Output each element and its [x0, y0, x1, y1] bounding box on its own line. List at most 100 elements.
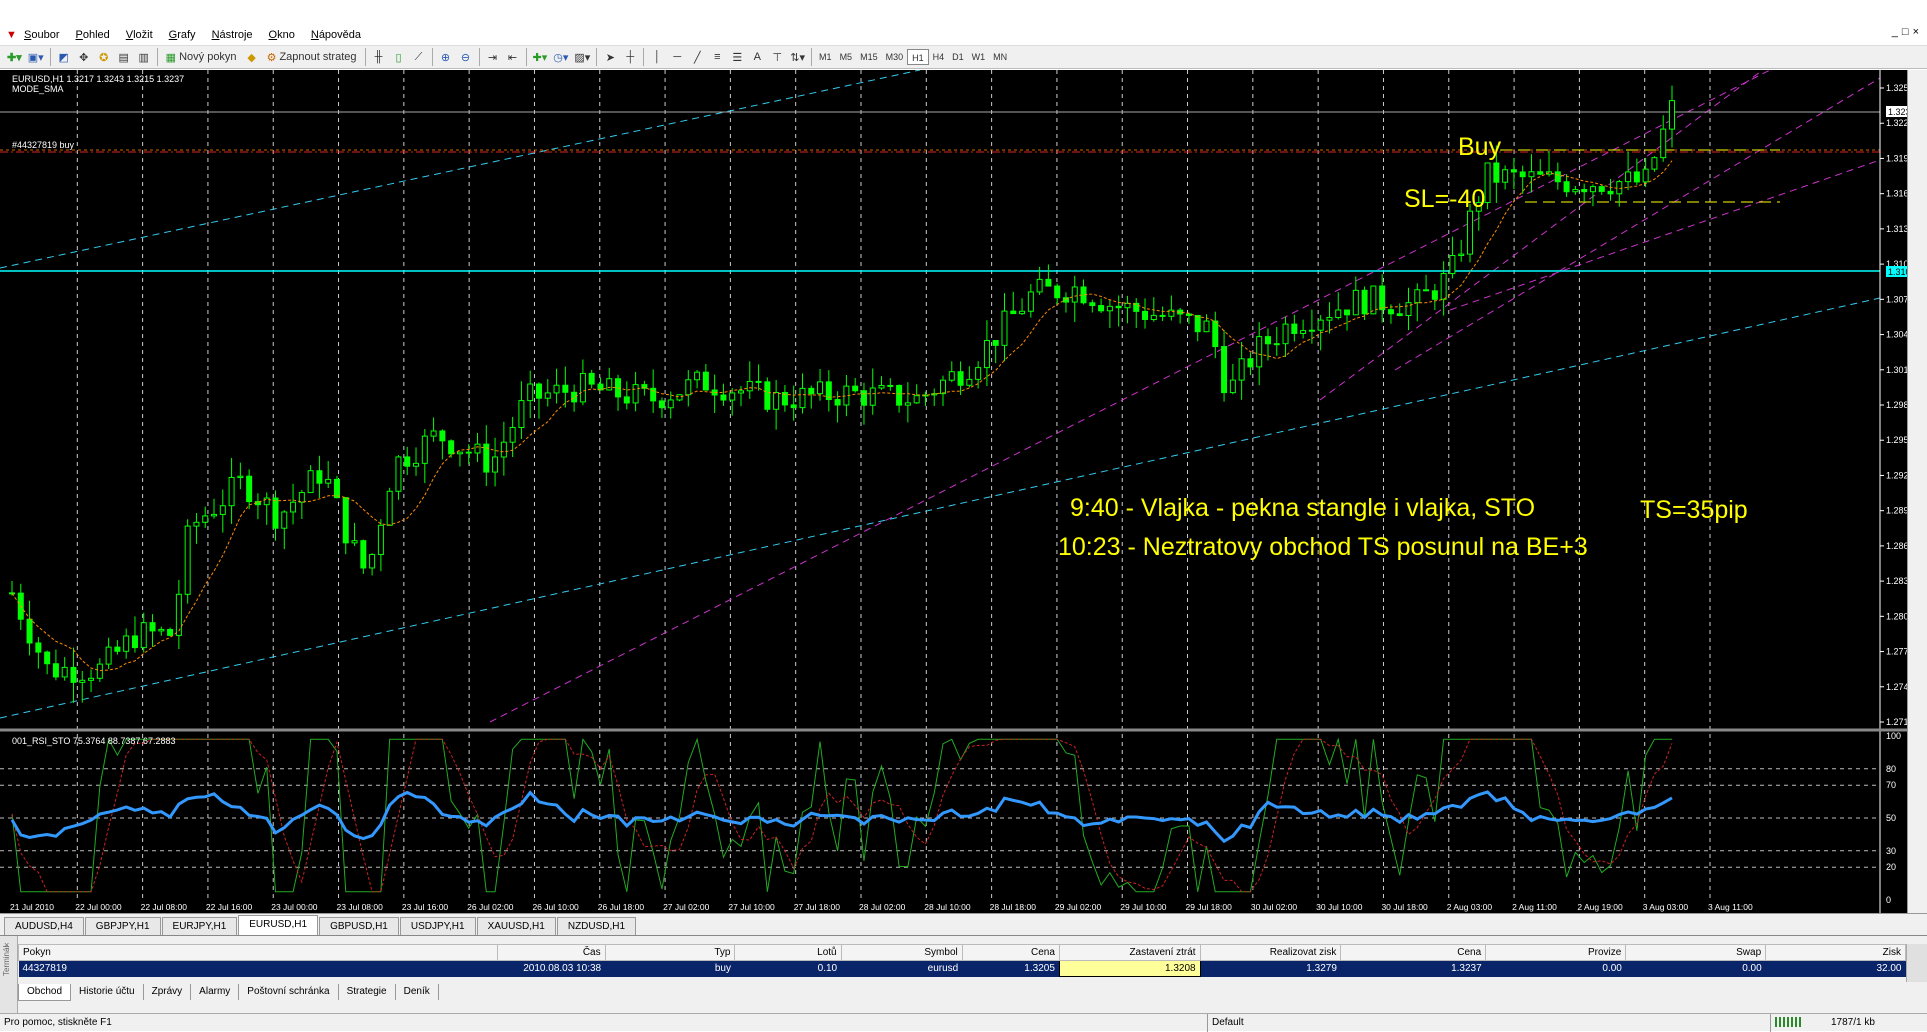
table-cell[interactable]: 1.3279 [1200, 960, 1341, 977]
column-header[interactable]: Swap [1625, 944, 1767, 961]
indicators-icon[interactable]: ✚▾ [531, 48, 550, 66]
channel-icon[interactable]: ≡ [708, 48, 726, 66]
candle-body [96, 663, 103, 679]
periods-icon[interactable]: ◷▾ [551, 48, 570, 66]
annotation-note-2[interactable]: 10:23 - Neztratovy obchod TS posunul na … [1058, 533, 1588, 561]
channel-line-lower[interactable] [0, 297, 1881, 719]
timeframe-w1[interactable]: W1 [968, 49, 990, 65]
terminal-tab[interactable]: Historie účtu [71, 984, 144, 1000]
timeframe-mn[interactable]: MN [989, 49, 1011, 65]
annotation-note-1[interactable]: 9:40 - Vlajka - pekna stangle i vlajka, … [1070, 494, 1535, 522]
menu-okno[interactable]: Okno [261, 26, 303, 44]
auto-scroll-icon[interactable]: ⇥ [484, 48, 502, 66]
timeframe-h1[interactable]: H1 [907, 49, 929, 65]
horizontal-line-icon[interactable]: ─ [668, 48, 686, 66]
candle-body [369, 554, 376, 569]
crosshair-icon[interactable]: ┼ [621, 48, 639, 66]
market-watch-icon[interactable]: ◩ [55, 48, 73, 66]
terminal-tab[interactable]: Strategie [339, 984, 396, 1000]
column-header[interactable]: Provize [1485, 944, 1627, 961]
menu-napoveda[interactable]: Nápověda [303, 26, 369, 44]
terminal-tab[interactable]: Obchod [18, 984, 72, 1001]
profiles-icon[interactable]: ▣▾ [26, 48, 46, 66]
symbol-tab[interactable]: EURUSD,H1 [238, 915, 319, 935]
app-icon[interactable]: ▼ [6, 29, 17, 41]
restore-button[interactable]: □ [1902, 26, 1909, 38]
cursor-icon[interactable]: ➤ [601, 48, 619, 66]
timeframe-m30[interactable]: M30 [882, 49, 908, 65]
symbol-tab[interactable]: NZDUSD,H1 [556, 917, 637, 935]
candle-body [474, 443, 481, 454]
candlestick-icon[interactable]: ▯ [390, 48, 408, 66]
annotation-ts[interactable]: TS=35pip [1640, 496, 1748, 524]
annotation-sl[interactable]: SL=-40 [1404, 185, 1485, 213]
terminal-scrollbar[interactable] [1906, 944, 1927, 982]
menu-vlozit[interactable]: Vložit [118, 26, 161, 44]
price-levels[interactable] [0, 111, 1880, 272]
symbol-tab[interactable]: USDJPY,H1 [399, 917, 476, 935]
line-chart-icon[interactable]: ⟋ [410, 48, 428, 66]
strategy-tester-icon[interactable]: ▥ [135, 48, 153, 66]
symbol-tab[interactable]: AUDUSD,H4 [4, 917, 84, 935]
timeframe-d1[interactable]: D1 [948, 49, 968, 65]
column-header[interactable]: Realizovat zisk [1199, 944, 1342, 961]
column-header[interactable]: Zisk [1765, 944, 1906, 961]
new-order-button[interactable]: ▦ Nový pokyn [162, 48, 241, 66]
zoom-in-icon[interactable]: ⊕ [437, 48, 455, 66]
fibonacci-icon[interactable]: ☰ [728, 48, 746, 66]
timeframe-m15[interactable]: M15 [856, 49, 882, 65]
column-header[interactable]: Pokyn [17, 944, 499, 961]
timeframe-h4[interactable]: H4 [929, 49, 949, 65]
terminal-tab[interactable]: Poštovní schránka [239, 984, 339, 1000]
channel-line-magenta-2[interactable] [1319, 71, 1761, 401]
chart-shift-icon[interactable]: ⇤ [504, 48, 522, 66]
annotation-buy[interactable]: Buy [1458, 133, 1502, 161]
bar-chart-icon[interactable]: ╫ [370, 48, 388, 66]
chart-window[interactable]: 100 80 70 50 30 20 0 1.3255 1.3225 1.3195 1.3165 1… [0, 70, 1907, 913]
close-button[interactable]: × [1913, 26, 1919, 38]
text-label-icon[interactable]: ⊤ [768, 48, 786, 66]
trendline-icon[interactable]: ╱ [688, 48, 706, 66]
candle-body [307, 470, 314, 494]
column-header[interactable]: Typ [604, 944, 736, 961]
column-header[interactable]: Čas [497, 944, 606, 961]
minimize-button[interactable]: _ [1892, 26, 1898, 38]
table-row[interactable]: 44327819 2010.08.03 10:38 buy 0.10 eurusd 1.3… [18, 960, 1906, 977]
column-header[interactable]: Zastavení ztrát [1058, 944, 1201, 961]
arrows-icon[interactable]: ⇅▾ [788, 48, 807, 66]
new-chart-icon[interactable]: ✚▾ [5, 48, 24, 66]
candle-body [1431, 290, 1438, 300]
timeframe-m5[interactable]: M5 [836, 49, 857, 65]
column-header[interactable]: Cena [1340, 944, 1487, 961]
symbol-tab[interactable]: GBPUSD,H1 [319, 917, 399, 935]
column-header[interactable]: Cena [961, 944, 1060, 961]
symbol-tab[interactable]: GBPJPY,H1 [84, 917, 161, 935]
menu-grafy[interactable]: Grafy [161, 26, 204, 44]
text-tool-icon[interactable]: A [748, 48, 766, 66]
channel-line-upper[interactable] [0, 70, 921, 269]
timeframe-m1[interactable]: M1 [815, 49, 836, 65]
chart-canvas[interactable]: 100 80 70 50 30 20 0 1.3255 1.3225 1.3195 1.3165 1… [0, 70, 1907, 913]
symbol-tab[interactable]: XAUUSD,H1 [476, 917, 556, 935]
menu-nastroje[interactable]: Nástroje [204, 26, 261, 44]
channel-lines[interactable] [0, 70, 1881, 723]
terminal-icon[interactable]: ▤ [115, 48, 133, 66]
templates-icon[interactable]: ▨▾ [572, 48, 592, 66]
column-header[interactable]: Lotů [734, 944, 842, 961]
expert-advisors-button[interactable]: ⚙ Zapnout strateg [263, 48, 361, 66]
table-cell[interactable]: 1.3208 [1058, 960, 1201, 977]
menu-pohled[interactable]: Pohled [67, 26, 117, 44]
terminal-tab[interactable]: Zprávy [144, 984, 192, 1000]
zoom-out-icon[interactable]: ⊖ [457, 48, 475, 66]
metaeditor-icon[interactable]: ◆ [243, 48, 261, 66]
navigator-icon[interactable]: ✥ [75, 48, 93, 66]
column-header[interactable]: Symbol [840, 944, 963, 961]
menu-soubor[interactable]: Soubor [16, 26, 67, 44]
vertical-line-icon[interactable]: │ [648, 48, 666, 66]
data-window-icon[interactable]: ✪ [95, 48, 113, 66]
candle-body [1616, 181, 1623, 195]
terminal-tab[interactable]: Alarmy [191, 984, 240, 1000]
symbol-tab[interactable]: EURJPY,H1 [161, 917, 238, 935]
terminal-tab[interactable]: Deník [396, 984, 439, 1000]
candle-body [1264, 336, 1271, 345]
